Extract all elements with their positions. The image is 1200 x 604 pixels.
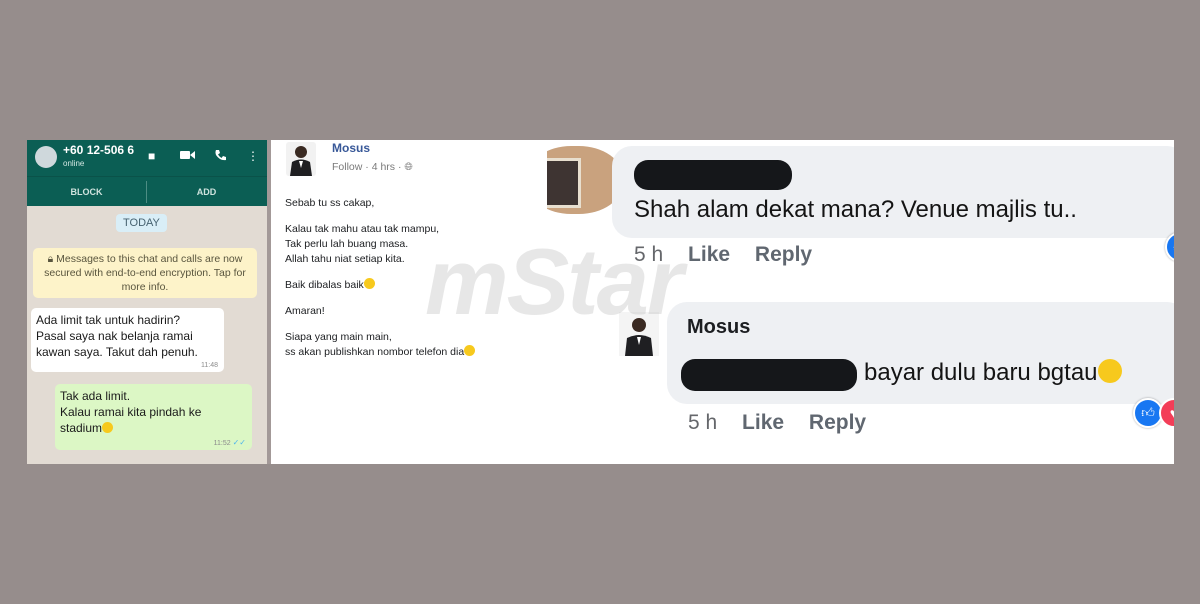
chat-messages-area[interactable]: TODAY 🔒︎ Messages to this chat and calls… [27,206,267,464]
add-contact-button[interactable]: ADD [147,187,266,197]
comment-actions: 5 h Like Reply [634,243,831,267]
facebook-post-panel: Mosus Follow · 4 hrs · 🌐︎ Sebab tu ss ca… [271,140,547,464]
phone-call-icon[interactable] [214,149,227,165]
post-paragraph-text: Siapa yang main main, ss akan publishkan… [285,331,465,358]
encryption-notice-text: Messages to this chat and calls are now … [44,253,246,293]
message-time: 11:52 [213,440,231,447]
facebook-comments-panel: Shah alam dekat mana? Venue majlis tu.. … [547,140,1174,464]
author-avatar[interactable] [286,142,316,176]
post-body: Sebab tu ss cakap, Kalau tak mahu atau t… [285,196,476,371]
stop-icon[interactable]: ■ [148,149,155,163]
laughing-emoji-icon [363,278,375,289]
post-author-name[interactable]: Mosus [332,141,370,155]
post-paragraph: Baik dibalas baik [285,278,475,293]
grinning-emoji-icon [1097,359,1122,383]
redacted-mention-bar [681,359,857,391]
post-paragraph: Siapa yang main main, ss akan publishkan… [285,330,476,360]
post-paragraph: Amaran! [285,305,325,317]
reply-link[interactable]: Reply [809,411,866,434]
chat-header: +60 12-506 6 online ■ ⋮ [27,140,267,176]
avatar-photo [547,158,581,208]
message-text: Ada limit tak untuk hadirin? Pasal saya … [36,313,198,359]
comment-text: Shah alam dekat mana? Venue majlis tu.. [634,196,1077,223]
whatsapp-chat-panel: +60 12-506 6 online ■ ⋮ BLOCK ADD TODAY … [27,140,267,464]
like-link[interactable]: Like [742,411,784,434]
reply-author-avatar[interactable] [619,312,659,356]
reply-link[interactable]: Reply [755,243,812,266]
encryption-notice[interactable]: 🔒︎ Messages to this chat and calls are n… [33,248,257,298]
incoming-message-bubble[interactable]: Ada limit tak untuk hadirin? Pasal saya … [31,308,224,372]
globe-icon: 🌐︎ [404,161,413,173]
read-receipt-icon: ✓✓ [232,438,246,447]
follow-link[interactable]: Follow [332,161,362,173]
grinning-emoji-icon [464,345,476,356]
comment-text: bayar dulu baru bgtau [864,359,1122,387]
video-call-icon[interactable] [180,149,195,164]
block-button[interactable]: BLOCK [27,187,146,197]
contact-number[interactable]: +60 12-506 6 [63,143,134,157]
lock-icon: 🔒︎ [47,253,54,265]
message-text: Tak ada limit. Kalau ramai kita pindah k… [60,388,201,436]
comment-text-body: bayar dulu baru bgtau [864,359,1098,386]
post-paragraph: Kalau tak mahu atau tak mampu, Tak perlu… [285,223,440,265]
contact-action-bar: BLOCK ADD [27,176,267,207]
post-meta: Follow · 4 hrs · 🌐︎ [332,161,413,174]
more-options-icon[interactable]: ⋮ [247,149,259,163]
comment-bubble[interactable]: Shah alam dekat mana? Venue majlis tu.. [612,146,1174,238]
contact-status: online [63,159,85,168]
message-time: 11:48 [201,362,218,369]
date-chip: TODAY [116,214,167,232]
post-time[interactable]: 4 hrs [372,161,395,173]
reply-author-name[interactable]: Mosus [687,316,750,339]
comment-time[interactable]: 5 h [634,243,663,266]
message-time-row: 11:52 ✓✓ [214,438,246,447]
laughing-emoji-icon [102,422,114,433]
message-text-body: Tak ada limit. Kalau ramai kita pindah k… [60,389,202,435]
reply-comment-actions: 5 h Like Reply [688,411,885,435]
post-paragraph-text: Baik dibalas baik [285,279,364,291]
screenshot-collage: +60 12-506 6 online ■ ⋮ BLOCK ADD TODAY … [27,140,1174,464]
post-paragraph: Sebab tu ss cakap, [285,197,375,209]
like-link[interactable]: Like [688,243,730,266]
reply-comment-bubble[interactable]: Mosus bayar dulu baru bgtau [667,302,1174,404]
contact-avatar[interactable] [35,146,57,168]
comment-time[interactable]: 5 h [688,411,717,434]
redacted-name-bar [634,160,792,190]
outgoing-message-bubble[interactable]: Tak ada limit. Kalau ramai kita pindah k… [55,384,252,450]
